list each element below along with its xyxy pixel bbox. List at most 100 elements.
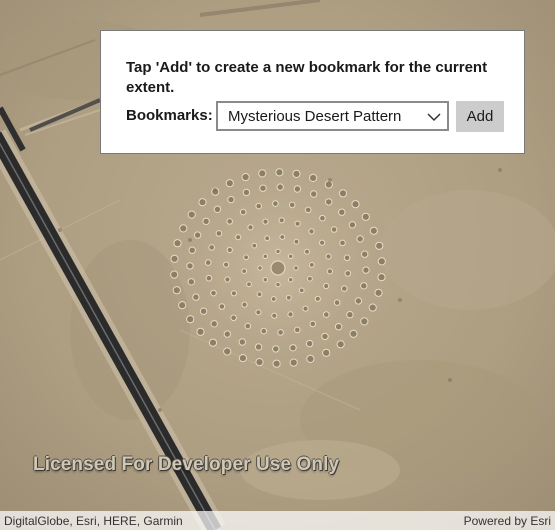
- spiral-mound: [243, 254, 250, 261]
- spiral-mound: [256, 291, 263, 298]
- spiral-mound: [254, 343, 263, 351]
- spiral-mound: [344, 270, 352, 277]
- spiral-mound: [369, 226, 378, 235]
- spiral-mound: [368, 303, 377, 312]
- spiral-mound: [262, 277, 268, 283]
- spiral-mound: [326, 268, 333, 275]
- spiral-mound: [285, 294, 292, 301]
- chevron-down-icon: [427, 113, 441, 122]
- spiral-mound: [187, 278, 196, 286]
- spiral-mound: [193, 231, 202, 239]
- spiral-mound: [170, 254, 179, 263]
- spiral-mound: [173, 239, 182, 248]
- spiral-mound: [279, 234, 286, 240]
- spiral-mound: [305, 339, 314, 348]
- spiral-mound: [338, 189, 348, 198]
- spiral-mound: [172, 286, 181, 295]
- spiral-mound: [343, 254, 351, 262]
- spiral-mound: [349, 329, 358, 338]
- spiral-mound: [275, 281, 281, 288]
- spiral-mound: [204, 259, 212, 266]
- spiral-mound: [223, 347, 232, 356]
- spiral-mound: [346, 311, 354, 319]
- spiral-mound: [302, 305, 309, 312]
- spiral-mound: [270, 296, 277, 302]
- spiral-mound: [242, 188, 251, 197]
- spiral-mound: [324, 180, 333, 189]
- spiral-mound: [225, 179, 234, 188]
- spiral-mound: [314, 295, 321, 302]
- spiral-mound: [202, 217, 210, 226]
- spiral-mound: [227, 195, 235, 204]
- spiral-mound: [377, 273, 386, 282]
- spiral-mound: [288, 277, 294, 283]
- spiral-mound: [187, 210, 196, 219]
- spiral-mound: [235, 234, 242, 241]
- spiral-mound: [293, 185, 302, 193]
- spiral-mound: [351, 200, 360, 209]
- spiral-mound: [262, 253, 268, 259]
- bookmarks-label: Bookmarks:: [126, 107, 213, 124]
- spiral-mound: [262, 218, 269, 225]
- powered-by-text: Powered by Esri: [463, 514, 551, 528]
- spiral-mound: [309, 320, 317, 328]
- spiral-mound: [213, 205, 222, 214]
- spiral-mound: [275, 168, 284, 177]
- spiral-mound: [208, 338, 218, 347]
- spiral-mound: [362, 266, 370, 274]
- spiral-mound: [244, 322, 252, 330]
- spiral-mound: [192, 293, 200, 301]
- spiral-mound: [341, 285, 348, 292]
- spiral-mound: [278, 217, 285, 224]
- spiral-mound: [338, 208, 346, 216]
- spiral-mound: [304, 206, 312, 214]
- spiral-mound: [230, 290, 237, 297]
- spiral-mound: [275, 248, 281, 255]
- spiral-mound: [310, 190, 318, 198]
- spiral-mound: [288, 201, 296, 209]
- spiral-mound: [348, 221, 357, 229]
- spiral-mound: [322, 348, 331, 357]
- spiral-mound: [258, 169, 267, 178]
- spiral-mound: [179, 224, 188, 233]
- spiral-mound: [289, 344, 297, 352]
- spiral-mound: [259, 184, 267, 192]
- spiral-mound: [205, 274, 213, 282]
- spiral-mound: [239, 208, 247, 216]
- spiral-mound: [260, 327, 268, 335]
- spiral-mound: [307, 275, 313, 282]
- spiral-mound: [210, 289, 217, 297]
- spiral-mound: [247, 224, 254, 231]
- spiral-mound: [230, 314, 237, 322]
- spiral-mound: [330, 226, 338, 233]
- spiral-mound: [257, 265, 263, 271]
- bookmark-select[interactable]: Mysterious Desert Pattern: [216, 101, 449, 131]
- selected-bookmark: Mysterious Desert Pattern: [228, 108, 402, 125]
- spiral-mound: [272, 359, 281, 368]
- spiral-mound: [323, 311, 330, 318]
- spiral-mound: [226, 218, 233, 225]
- spiral-mound: [309, 173, 318, 182]
- spiral-mound: [360, 317, 369, 326]
- spiral-mound: [186, 262, 194, 270]
- attribution-bar: DigitalGlobe, Esri, HERE, Garmin Powered…: [0, 511, 555, 530]
- spiral-mound: [361, 250, 369, 258]
- attribution-text: DigitalGlobe, Esri, HERE, Garmin: [4, 514, 183, 528]
- spiral-mound: [223, 330, 232, 338]
- bookmark-panel: Tap 'Add' to create a new bookmark for t…: [100, 30, 525, 154]
- spiral-mound: [306, 354, 315, 363]
- spiral-mound: [377, 257, 386, 266]
- add-bookmark-button[interactable]: Add: [456, 101, 504, 132]
- spiral-mound: [210, 320, 218, 328]
- spiral-mound: [304, 248, 310, 255]
- spiral-mound: [178, 301, 187, 310]
- spiral-mound: [319, 214, 326, 222]
- spiral-mound: [238, 338, 247, 346]
- spiral-mound: [264, 235, 271, 242]
- spiral-mound: [238, 354, 247, 363]
- spiral-mound: [354, 297, 363, 305]
- spiral-mound: [288, 253, 294, 259]
- spiral-mound: [246, 281, 252, 288]
- spiral-mound: [198, 198, 207, 207]
- spiral-mound: [293, 265, 299, 271]
